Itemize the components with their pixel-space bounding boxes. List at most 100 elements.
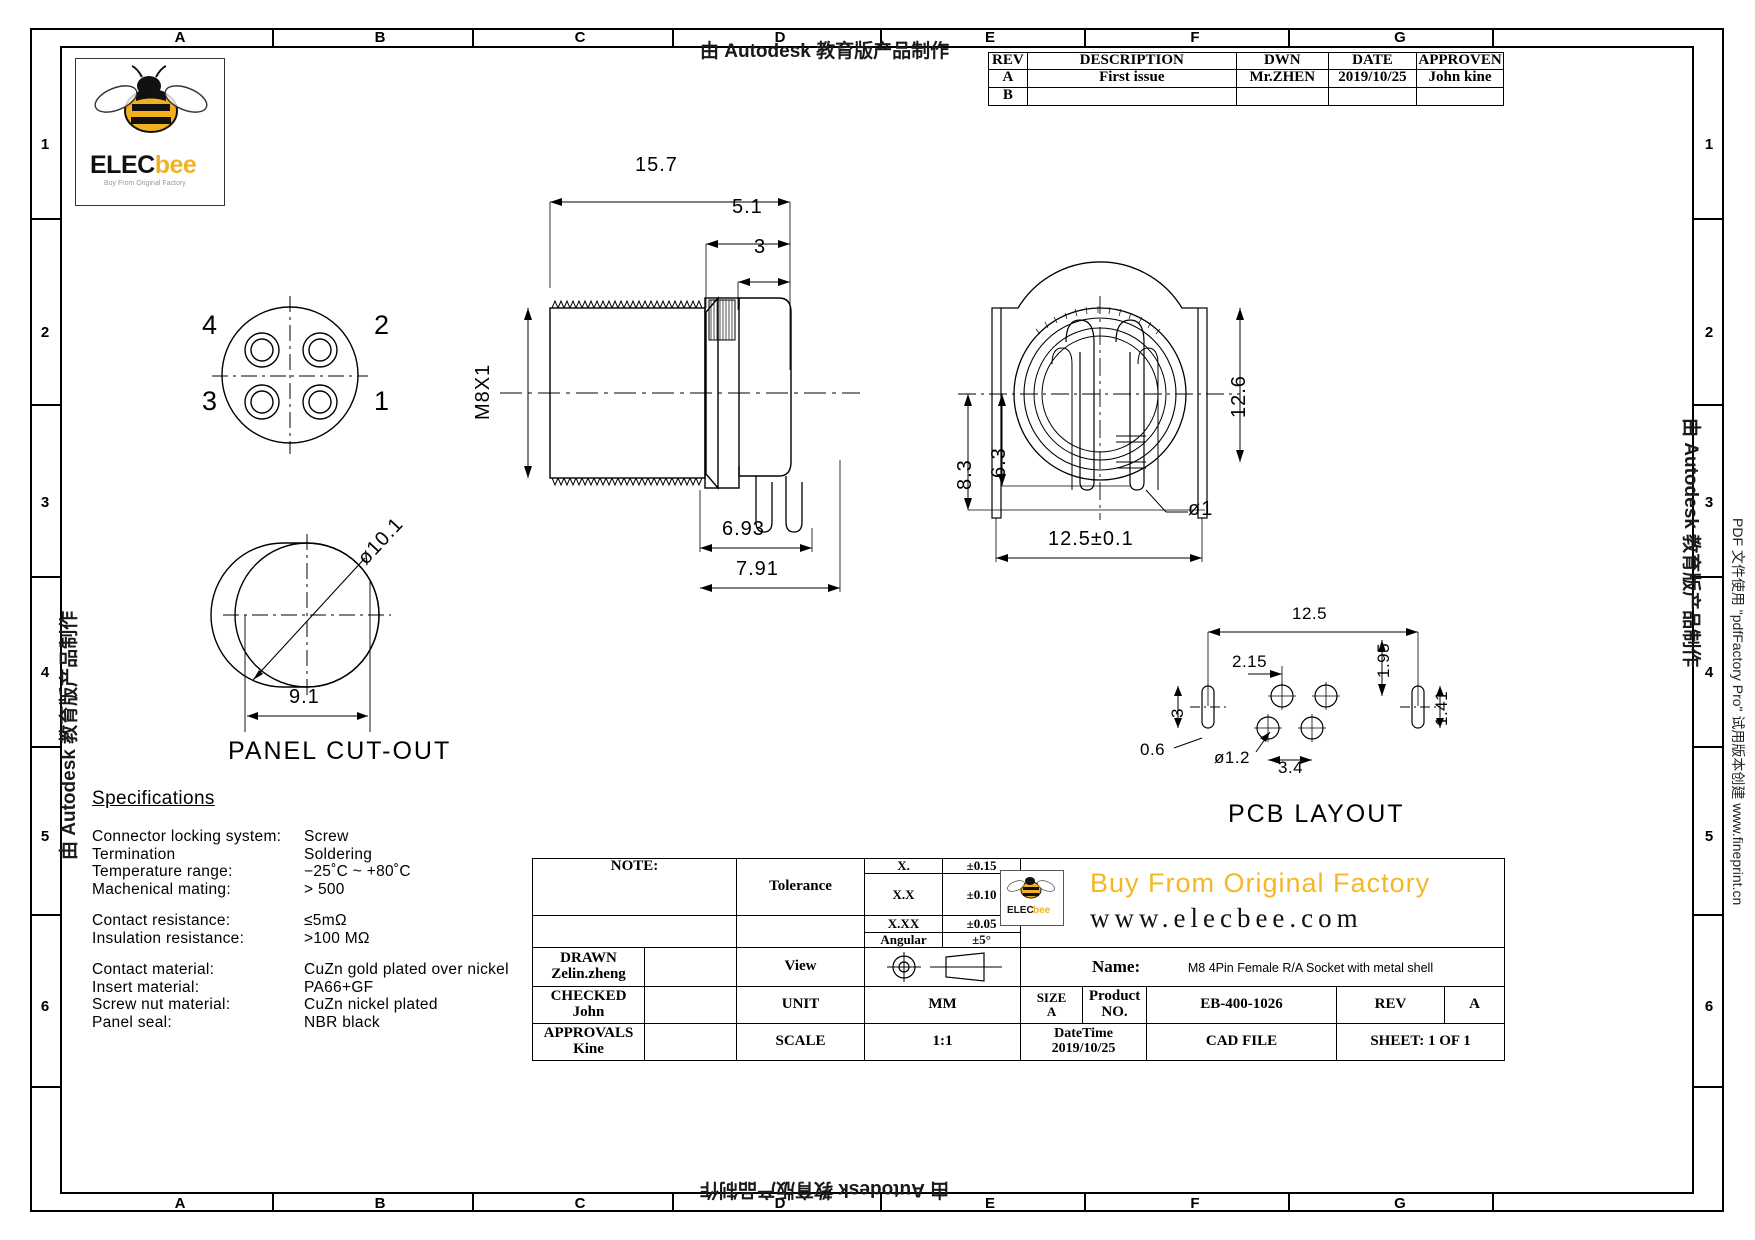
dim-nut-length: 5.1 bbox=[732, 196, 763, 218]
zone-tick bbox=[1492, 28, 1494, 46]
rev-header-approven: APPROVEN bbox=[1416, 52, 1504, 70]
spec-value: >100 MΩ bbox=[304, 929, 370, 947]
pin-arrangement-view: 4 2 3 1 bbox=[180, 290, 410, 460]
zone-label-top-c: C bbox=[574, 29, 586, 46]
zone-label-bottom-a: A bbox=[174, 1195, 186, 1212]
zone-tick bbox=[1694, 218, 1724, 220]
spec-row: Connector locking system: Screw bbox=[92, 828, 509, 846]
zone-tick bbox=[1288, 1193, 1290, 1211]
spec-value: Soldering bbox=[304, 845, 373, 863]
pcb-layout-title: PCB LAYOUT bbox=[1228, 800, 1405, 828]
checked-blank-cell bbox=[643, 986, 738, 1024]
table-row: A First issue Mr.ZHEN 2019/10/25 John ki… bbox=[988, 68, 1504, 88]
unit-value: MM bbox=[864, 986, 1022, 1024]
panel-cutout-title: PANEL CUT-OUT bbox=[228, 737, 452, 765]
tolerance-key-xxx: X.XX bbox=[864, 915, 944, 934]
dim-lower-791: 7.91 bbox=[736, 558, 779, 580]
zone-tick bbox=[472, 28, 474, 46]
checked-cell: CHECKED John bbox=[532, 986, 645, 1024]
scale-label: SCALE bbox=[736, 1023, 866, 1061]
zone-label-bottom-c: C bbox=[574, 1195, 586, 1212]
zone-label-left-6: 6 bbox=[40, 998, 50, 1015]
watermark-right: 由 Autodesk 教育版产品制作 bbox=[1680, 418, 1701, 668]
rev-cell-date bbox=[1327, 86, 1418, 106]
dim-pcb-slot-height: 3 bbox=[1168, 708, 1187, 718]
zone-tick bbox=[472, 1193, 474, 1211]
spec-key: Connector locking system: bbox=[92, 828, 282, 845]
pcb-layout-view: 12.5 2.15 1.95 1.41 3 0.6 ø1.2 3.4 bbox=[1130, 600, 1460, 780]
zone-tick bbox=[30, 404, 60, 406]
zone-label-left-4: 4 bbox=[40, 664, 50, 681]
zone-tick bbox=[1084, 1193, 1086, 1211]
spec-value: PA66+GF bbox=[304, 978, 374, 996]
product-no-label: Product NO. bbox=[1082, 986, 1148, 1024]
zone-tick bbox=[30, 576, 60, 578]
view-symbol-cell bbox=[864, 947, 1022, 987]
drawn-blank-cell bbox=[643, 947, 738, 987]
datetime-value: 2019/10/25 bbox=[1051, 1041, 1116, 1056]
title-block-row-3: CHECKED John UNIT MM SIZE A Product NO. … bbox=[532, 986, 1506, 1024]
size-cell: SIZE A bbox=[1020, 986, 1084, 1024]
dim-pcb-width: 12.5 bbox=[1292, 604, 1328, 623]
zone-tick bbox=[1288, 28, 1290, 46]
spec-row: Machenical mating: > 500 bbox=[92, 881, 509, 899]
rear-view: 8.3 6.3 12.6 ø1 12.5±0.1 bbox=[940, 261, 1270, 590]
spec-row: Panel seal: NBR black bbox=[92, 1014, 509, 1032]
tolerance-key-xx: X.X bbox=[864, 873, 944, 916]
note-label: NOTE: bbox=[531, 858, 738, 916]
rev-label-tb: REV bbox=[1336, 986, 1446, 1024]
branding-banner: Buy From Original Factory www.elecbee.co… bbox=[1090, 868, 1430, 934]
logo-tagline: Buy From Original Factory bbox=[104, 180, 186, 187]
dim-pcb-hole-diameter: ø1.2 bbox=[1214, 748, 1251, 767]
sheet-label: SHEET: 1 OF 1 bbox=[1336, 1023, 1506, 1061]
svg-text:ELEC: ELEC bbox=[1007, 905, 1034, 916]
spec-row: Contact material: CuZn gold plated over n… bbox=[92, 961, 509, 979]
zone-label-top-g: G bbox=[1394, 29, 1406, 46]
dim-pcb-x1: 2.15 bbox=[1232, 652, 1268, 671]
banner-line-2: www.elecbee.com bbox=[1090, 903, 1363, 933]
spec-key: Insert material: bbox=[92, 978, 200, 996]
drawn-label: DRAWN bbox=[560, 950, 617, 967]
dim-flange-length: 3 bbox=[754, 236, 767, 258]
spec-value: > 500 bbox=[304, 880, 345, 898]
revision-table: REV DESCRIPTION DWN DATE APPROVEN A Firs… bbox=[988, 52, 1504, 106]
rev-cell-approven bbox=[1416, 86, 1504, 106]
rev-cell-approven: John kine bbox=[1416, 68, 1504, 88]
pin-label-3: 3 bbox=[202, 386, 218, 416]
zone-label-left-1: 1 bbox=[40, 136, 50, 153]
zone-tick bbox=[272, 28, 274, 46]
svg-text:bee: bee bbox=[1033, 905, 1051, 916]
watermark-left: 由 Autodesk 教育版产品制作 bbox=[59, 610, 80, 860]
rev-cell-description: First issue bbox=[1026, 68, 1237, 88]
dim-height-83: 8.3 bbox=[954, 459, 976, 490]
zone-tick bbox=[30, 914, 60, 916]
name-label: Name: bbox=[1091, 956, 1141, 976]
spec-value: −25˚C ~ +80˚C bbox=[304, 863, 411, 880]
company-logo: ELECbee Buy From Original Factory bbox=[75, 58, 225, 206]
spec-row: Insert material: PA66+GF bbox=[92, 979, 509, 997]
side-section-view: 15.7 5.1 3 M8X1 6.93 7.91 bbox=[460, 154, 880, 620]
dim-height-63: 6.3 bbox=[988, 447, 1010, 478]
watermark-top: 由 Autodesk 教育版产品制作 bbox=[700, 41, 950, 62]
zone-label-bottom-e: E bbox=[984, 1195, 995, 1212]
banner-line-1: Buy From Original Factory bbox=[1090, 868, 1431, 898]
spec-row: Temperature range: −25˚C ~ +80˚C bbox=[92, 863, 509, 881]
size-value: A bbox=[1046, 1004, 1057, 1019]
spec-key: Insulation resistance: bbox=[92, 929, 245, 947]
zone-label-right-1: 1 bbox=[1704, 136, 1714, 153]
zone-tick bbox=[30, 218, 60, 220]
tolerance-label: Tolerance bbox=[736, 858, 866, 916]
rev-header-dwn: DWN bbox=[1235, 52, 1329, 70]
rev-header-date: DATE bbox=[1327, 52, 1418, 70]
approvals-label: APPROVALS bbox=[543, 1025, 634, 1042]
dim-pcb-slot-width: 0.6 bbox=[1140, 740, 1166, 759]
spec-key: Panel seal: bbox=[92, 1013, 172, 1031]
zone-tick bbox=[272, 1193, 274, 1211]
tolerance-label-spacer bbox=[736, 915, 866, 948]
name-cell: Name: M8 4Pin Female R/A Socket with met… bbox=[1020, 947, 1506, 987]
name-value: M8 4Pin Female R/A Socket with metal she… bbox=[1187, 960, 1434, 975]
spec-row: Screw nut material: CuZn nickel plated bbox=[92, 996, 509, 1014]
dim-pin-diameter: ø1 bbox=[1188, 498, 1214, 520]
zone-tick bbox=[1694, 914, 1724, 916]
zone-label-bottom-b: B bbox=[374, 1195, 386, 1212]
